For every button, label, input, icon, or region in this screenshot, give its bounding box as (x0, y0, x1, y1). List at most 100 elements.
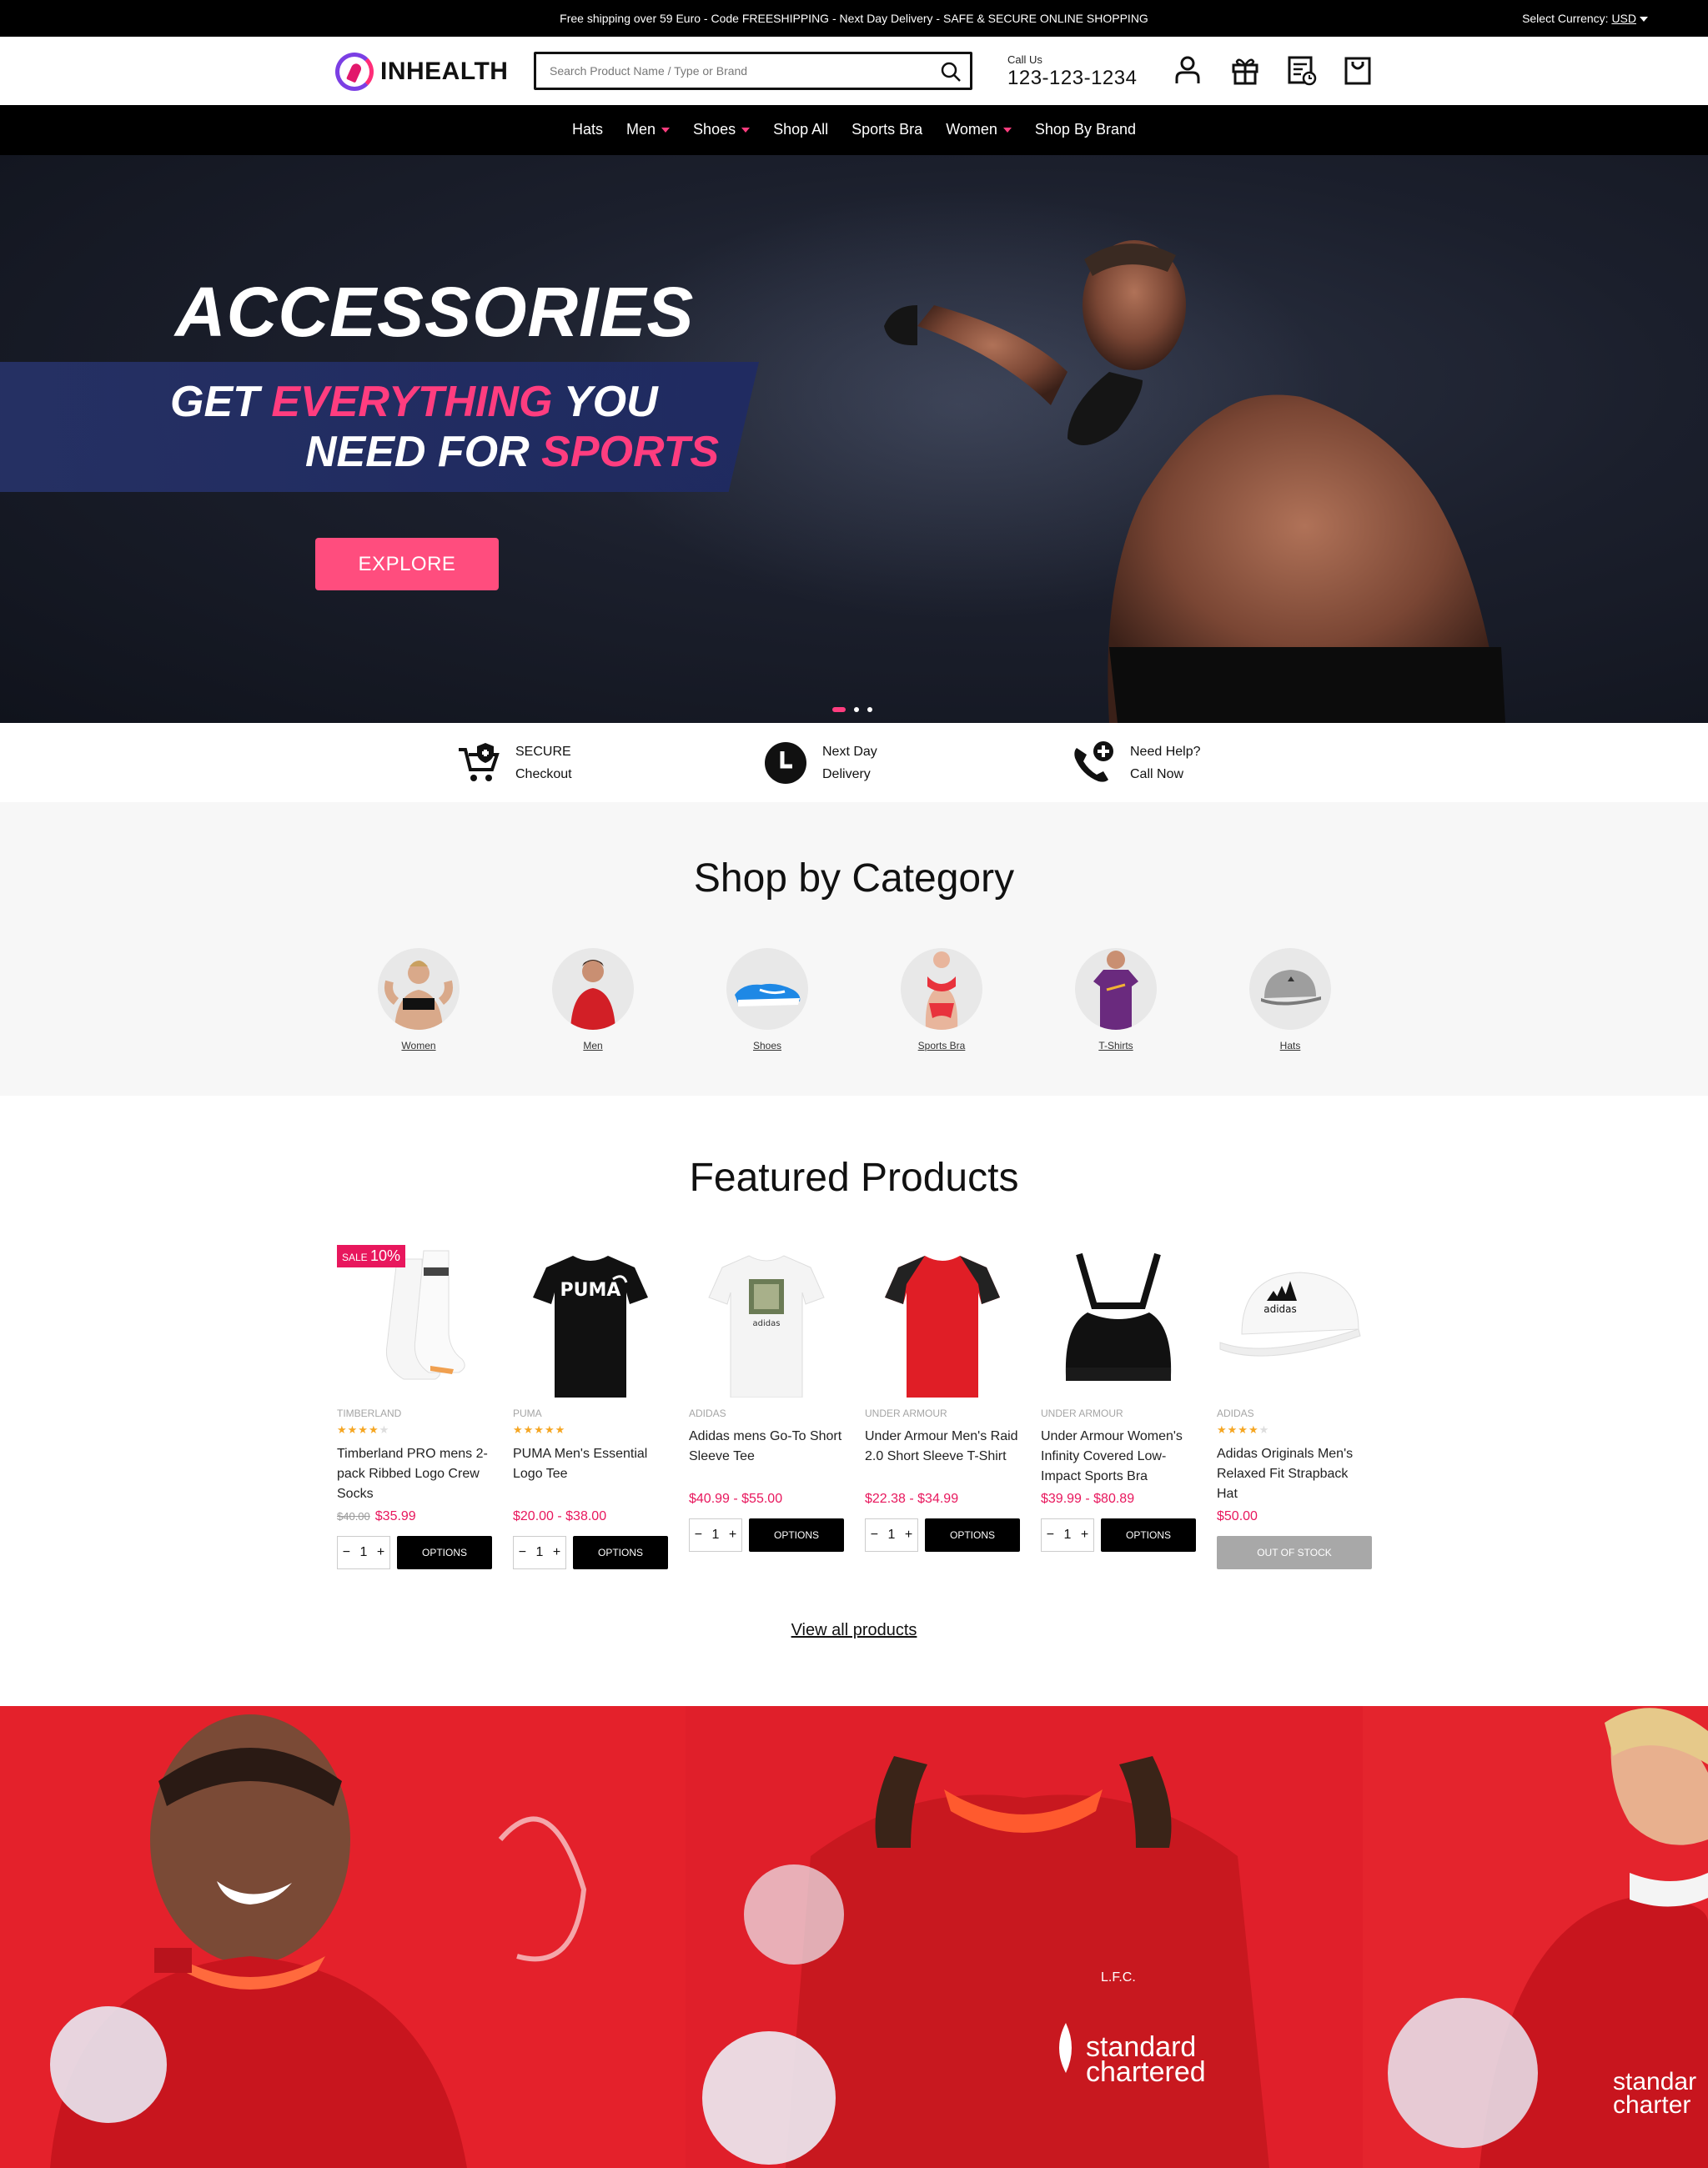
feature-strip: SECURE Checkout Next Day Delivery Need Hel… (0, 723, 1708, 802)
category-t-shirts[interactable]: T-Shirts (1074, 948, 1158, 1051)
options-button[interactable]: OPTIONS (925, 1518, 1020, 1552)
options-button[interactable]: OPTIONS (573, 1536, 668, 1569)
shop-by-category: Shop by Category Women Men Shoes Sports … (0, 802, 1708, 1096)
product-brand[interactable]: ADIDAS (1217, 1408, 1372, 1419)
product-brand[interactable]: UNDER ARMOUR (1041, 1408, 1196, 1419)
product-price: $39.99 - $80.89 (1041, 1492, 1196, 1507)
call-us-label: Call Us (1007, 53, 1042, 66)
quantity-value[interactable]: 1 (888, 1528, 896, 1543)
product-name[interactable]: Under Armour Men's Raid 2.0 Short Sleeve… (865, 1427, 1020, 1488)
category-shoes[interactable]: Shoes (726, 948, 809, 1051)
product-image[interactable]: adidas (1217, 1242, 1372, 1398)
buy-row: OUT OF STOCK (1217, 1536, 1372, 1569)
category-label: Shoes (752, 1040, 782, 1051)
slider-dot[interactable] (867, 707, 872, 712)
nav-item-hats[interactable]: Hats (572, 121, 603, 138)
product-brand[interactable]: TIMBERLAND (337, 1408, 492, 1419)
slider-dot[interactable] (854, 707, 859, 712)
nav-item-men[interactable]: Men (626, 121, 671, 138)
minus-icon[interactable]: − (1047, 1528, 1054, 1543)
quantity-value[interactable]: 1 (1064, 1528, 1072, 1543)
product-card[interactable]: UNDER ARMOUR Under Armour Men's Raid 2.0… (865, 1242, 1020, 1552)
product-card[interactable]: adidas ADIDAS Adidas mens Go-To Short Sl… (689, 1242, 844, 1552)
explore-button[interactable]: EXPLORE (315, 538, 499, 590)
options-button[interactable]: OPTIONS (397, 1536, 492, 1569)
slider-dot[interactable] (832, 707, 846, 712)
slider-dots (832, 707, 881, 712)
hero-highlight: SPORTS (541, 428, 720, 476)
gift-icon[interactable] (1229, 53, 1261, 87)
plus-icon[interactable]: + (905, 1528, 912, 1543)
out-of-stock-button[interactable]: OUT OF STOCK (1217, 1536, 1372, 1569)
hero-text: GET (170, 378, 272, 426)
category-image (1075, 948, 1157, 1030)
feature-line2: Checkout (515, 767, 572, 781)
product-card[interactable]: SALE 10% TIMBERLAND ★★★★★ Timberland PRO… (337, 1242, 492, 1569)
buy-row: −1 + OPTIONS (337, 1536, 492, 1569)
plus-icon[interactable]: + (553, 1545, 560, 1560)
product-name[interactable]: Timberland PRO mens 2-pack Ribbed Logo C… (337, 1444, 492, 1506)
quantity-stepper: −1 + (337, 1536, 390, 1569)
product-brand[interactable]: PUMA (513, 1408, 668, 1419)
quantity-stepper: −1 + (865, 1518, 918, 1552)
product-card[interactable]: UNDER ARMOUR Under Armour Women's Infini… (1041, 1242, 1196, 1552)
category-men[interactable]: Men (551, 948, 635, 1051)
caret-down-icon[interactable] (661, 127, 671, 133)
product-price: $20.00 - $38.00 (513, 1509, 668, 1524)
options-button[interactable]: OPTIONS (1101, 1518, 1196, 1552)
nav-item-women[interactable]: Women (946, 121, 1012, 138)
compare-icon[interactable] (1286, 53, 1318, 87)
product-brand[interactable]: UNDER ARMOUR (865, 1408, 1020, 1419)
caret-down-icon[interactable] (741, 127, 751, 133)
quantity-value[interactable]: 1 (712, 1528, 720, 1543)
quantity-value[interactable]: 1 (360, 1545, 368, 1560)
category-women[interactable]: Women (377, 948, 460, 1051)
product-card[interactable]: adidas ADIDAS ★★★★★ Adidas Originals Men… (1217, 1242, 1372, 1569)
sale-badge-value: 10% (370, 1247, 401, 1264)
hero-subtitle-line2: NEED FOR SPORTS (305, 427, 719, 477)
plus-icon[interactable]: + (729, 1528, 736, 1543)
minus-icon[interactable]: − (343, 1545, 350, 1560)
logo[interactable]: INHEALTH (335, 50, 508, 93)
product-name[interactable]: Adidas mens Go-To Short Sleeve Tee (689, 1427, 844, 1488)
nav-item-shop-all[interactable]: Shop All (773, 121, 828, 138)
plus-icon[interactable]: + (377, 1545, 384, 1560)
product-name[interactable]: Under Armour Women's Infinity Covered Lo… (1041, 1427, 1196, 1488)
category-image (378, 948, 460, 1030)
cart-shield-icon (459, 743, 500, 781)
search-icon[interactable] (940, 61, 962, 83)
category-hats[interactable]: Hats (1248, 948, 1332, 1051)
product-image[interactable]: SALE 10% (337, 1242, 492, 1398)
view-all-products-link[interactable]: View all products (791, 1621, 917, 1639)
bag-icon[interactable] (1342, 53, 1374, 87)
currency-value: USD (1611, 12, 1636, 25)
logo-runner-icon (335, 53, 374, 91)
product-image[interactable]: PUMA (513, 1242, 668, 1398)
minus-icon[interactable]: − (871, 1528, 878, 1543)
product-name[interactable]: PUMA Men's Essential Logo Tee (513, 1444, 668, 1506)
product-brand[interactable]: ADIDAS (689, 1408, 844, 1419)
minus-icon[interactable]: − (695, 1528, 702, 1543)
call-us[interactable]: Call Us 123-123-1234 (1007, 53, 1137, 90)
search-input[interactable] (536, 54, 920, 88)
quantity-value[interactable]: 1 (536, 1545, 544, 1560)
caret-down-icon[interactable] (1002, 127, 1012, 133)
minus-icon[interactable]: − (519, 1545, 526, 1560)
options-button[interactable]: OPTIONS (749, 1518, 844, 1552)
currency-selector[interactable]: Select Currency: USD (1522, 12, 1648, 25)
product-image[interactable]: adidas (689, 1242, 844, 1398)
category-image (552, 948, 634, 1030)
product-image[interactable] (1041, 1242, 1196, 1398)
product-card[interactable]: PUMA PUMA ★★★★★ PUMA Men's Essential Log… (513, 1242, 668, 1569)
main-nav: Hats Men Shoes Shop All Sports Bra Women Shop … (0, 105, 1708, 155)
product-image[interactable] (865, 1242, 1020, 1398)
user-icon[interactable] (1172, 53, 1203, 87)
product-sale-price: $40.99 - $55.00 (689, 1492, 783, 1506)
nav-item-sports-bra[interactable]: Sports Bra (851, 121, 922, 138)
nav-item-shoes[interactable]: Shoes (693, 121, 751, 138)
plus-icon[interactable]: + (1081, 1528, 1088, 1543)
nav-item-shop-by-brand[interactable]: Shop By Brand (1035, 121, 1136, 138)
category-sports-bra[interactable]: Sports Bra (900, 948, 983, 1051)
product-name[interactable]: Adidas Originals Men's Relaxed Fit Strap… (1217, 1444, 1372, 1506)
promo-banner[interactable]: standard chartered L.F.C. standar charte… (0, 1706, 1708, 2168)
